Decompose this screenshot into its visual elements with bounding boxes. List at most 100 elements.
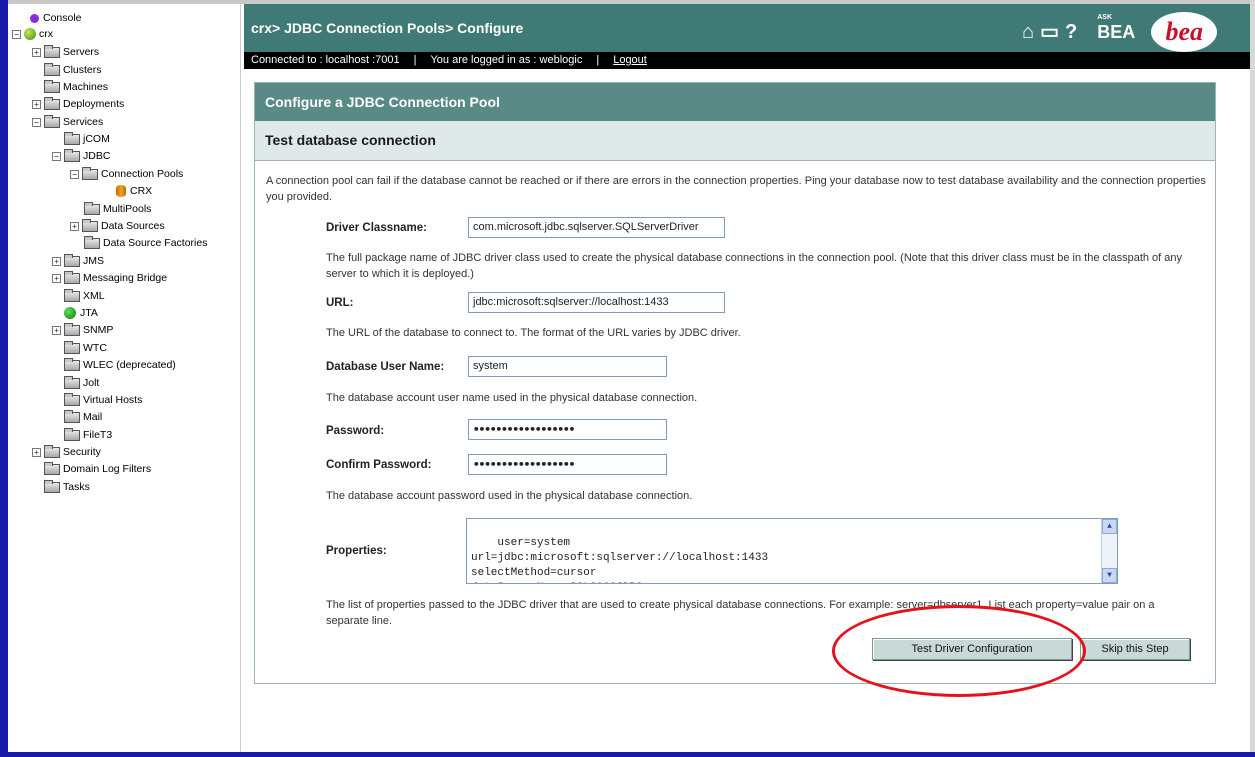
tree-item-mail[interactable]: Mail: [64, 409, 102, 425]
tree-item-label: Jolt: [83, 377, 100, 389]
tree-item-jdbc[interactable]: − JDBC: [52, 148, 110, 164]
tree-item-label: MultiPools: [103, 203, 152, 215]
panel-heading: Configure a JDBC Connection Pool: [255, 83, 1215, 121]
test-driver-configuration-button[interactable]: Test Driver Configuration: [872, 638, 1072, 660]
properties-help: The list of properties passed to the JDB…: [326, 599, 1155, 627]
tree-item-label: Tasks: [63, 481, 90, 493]
tree-item-label: Connection Pools: [101, 168, 184, 180]
tree-item-clusters[interactable]: Clusters: [44, 62, 102, 78]
collapse-icon[interactable]: −: [52, 151, 61, 161]
folder-icon: [44, 479, 60, 493]
breadcrumb-title: crx> JDBC Connection Pools> Configure: [251, 20, 524, 36]
folder-icon: [82, 218, 98, 232]
tree-item-snmp[interactable]: + SNMP: [52, 322, 113, 338]
scroll-up-icon[interactable]: ▲: [1102, 519, 1117, 534]
expand-icon[interactable]: +: [32, 99, 41, 109]
tree-item-jcom[interactable]: jCOM: [64, 131, 110, 147]
db-user-name-help: The database account user name used in t…: [326, 392, 698, 404]
folder-icon: [64, 375, 80, 389]
tree-item-console[interactable]: Console: [28, 10, 82, 26]
folder-icon: [64, 288, 80, 302]
tree-item-label: Security: [63, 446, 101, 458]
tree-item-label: XML: [83, 290, 105, 302]
tree-item-data-source-factories[interactable]: Data Source Factories: [84, 235, 207, 251]
db-user-name-input[interactable]: system: [468, 356, 667, 377]
navigation-tree: Console − crx + Servers Clusters Machines …: [8, 4, 241, 752]
tree-item-crx-domain[interactable]: − crx: [12, 26, 53, 42]
expand-icon[interactable]: +: [52, 273, 61, 283]
tree-item-tasks[interactable]: Tasks: [44, 479, 90, 495]
scroll-down-icon[interactable]: ▼: [1102, 568, 1117, 583]
tree-item-multipools[interactable]: MultiPools: [84, 201, 151, 217]
tree-item-label: CRX: [130, 185, 153, 197]
tree-item-machines[interactable]: Machines: [44, 79, 108, 95]
tree-item-messaging-bridge[interactable]: + Messaging Bridge: [52, 270, 167, 286]
driver-classname-input[interactable]: com.microsoft.jdbc.sqlserver.SQLServerDr…: [468, 217, 725, 238]
collapse-icon[interactable]: −: [12, 29, 21, 39]
properties-textarea[interactable]: user=system url=jdbc:microsoft:sqlserver…: [466, 518, 1118, 584]
tree-item-label: jCOM: [83, 133, 110, 145]
tree-item-filet3[interactable]: FileT3: [64, 427, 112, 443]
logout-link[interactable]: Logout: [613, 54, 647, 66]
db-user-name-label: Database User Name:: [326, 361, 445, 373]
tree-item-servers[interactable]: + Servers: [32, 44, 99, 60]
tree-item-deployments[interactable]: + Deployments: [32, 96, 124, 112]
domain-globe-icon: [24, 28, 36, 40]
window-bottom-border: [0, 752, 1255, 757]
window-left-border: [0, 0, 8, 757]
expand-icon[interactable]: +: [52, 325, 61, 335]
folder-icon: [64, 253, 80, 267]
properties-scrollbar[interactable]: ▲ ▼: [1101, 519, 1117, 583]
collapse-icon[interactable]: −: [32, 117, 41, 127]
window-right-border: [1250, 0, 1255, 757]
tree-item-data-sources[interactable]: + Data Sources: [70, 218, 165, 234]
folder-icon: [44, 44, 60, 58]
tree-item-jolt[interactable]: Jolt: [64, 375, 99, 391]
ask-bea-link[interactable]: ASK BEA: [1097, 14, 1136, 43]
expand-icon[interactable]: +: [52, 256, 61, 266]
tree-item-wlec[interactable]: WLEC (deprecated): [64, 357, 176, 373]
separator: |: [596, 54, 600, 66]
folder-icon: [64, 322, 80, 336]
folder-icon: [44, 96, 60, 110]
properties-label: Properties:: [326, 545, 387, 557]
tree-item-label: Messaging Bridge: [83, 272, 168, 284]
confirm-password-label: Confirm Password:: [326, 459, 432, 471]
tree-item-label: Data Source Factories: [103, 237, 208, 249]
ask-bea-label: BEA: [1097, 21, 1136, 42]
properties-text: user=system url=jdbc:microsoft:sqlserver…: [471, 537, 769, 583]
tree-item-virtual-hosts[interactable]: Virtual Hosts: [64, 392, 142, 408]
folder-icon: [64, 409, 80, 423]
tree-item-label: Machines: [63, 81, 108, 93]
tree-item-wtc[interactable]: WTC: [64, 340, 107, 356]
tree-item-services[interactable]: − Services: [32, 114, 103, 130]
collapse-icon[interactable]: −: [70, 169, 79, 179]
tree-item-label: Servers: [63, 46, 100, 58]
tree-item-jta[interactable]: JTA: [64, 305, 98, 321]
expand-icon[interactable]: +: [32, 47, 41, 57]
password-input[interactable]: ••••••••••••••••••: [468, 419, 667, 440]
tree-item-jms[interactable]: + JMS: [52, 253, 104, 269]
tree-item-crx-pool[interactable]: CRX: [116, 183, 152, 199]
window-icon[interactable]: ▭: [1040, 20, 1059, 44]
tree-item-xml[interactable]: XML: [64, 288, 105, 304]
skip-this-step-button[interactable]: Skip this Step: [1080, 638, 1190, 660]
tree-item-connection-pools[interactable]: − Connection Pools: [70, 166, 183, 182]
help-icon[interactable]: ?: [1065, 20, 1077, 44]
logged-in-text: You are logged in as : weblogic: [430, 54, 583, 66]
expand-icon[interactable]: +: [32, 447, 41, 457]
folder-icon: [44, 461, 60, 475]
confirm-password-input[interactable]: ••••••••••••••••••: [468, 454, 667, 475]
tree-item-label: Data Sources: [101, 220, 165, 232]
tree-item-domain-log-filters[interactable]: Domain Log Filters: [44, 461, 151, 477]
bea-logo: bea: [1151, 12, 1218, 52]
tree-item-security[interactable]: + Security: [32, 444, 101, 460]
home-icon[interactable]: ⌂: [1022, 20, 1034, 44]
url-input[interactable]: jdbc:microsoft:sqlserver://localhost:143…: [468, 292, 725, 313]
tree-item-label: WLEC (deprecated): [83, 359, 176, 371]
url-label: URL:: [326, 297, 354, 309]
folder-icon: [44, 114, 60, 128]
folder-icon: [64, 392, 80, 406]
tree-item-label: crx: [39, 28, 53, 40]
expand-icon[interactable]: +: [70, 221, 79, 231]
